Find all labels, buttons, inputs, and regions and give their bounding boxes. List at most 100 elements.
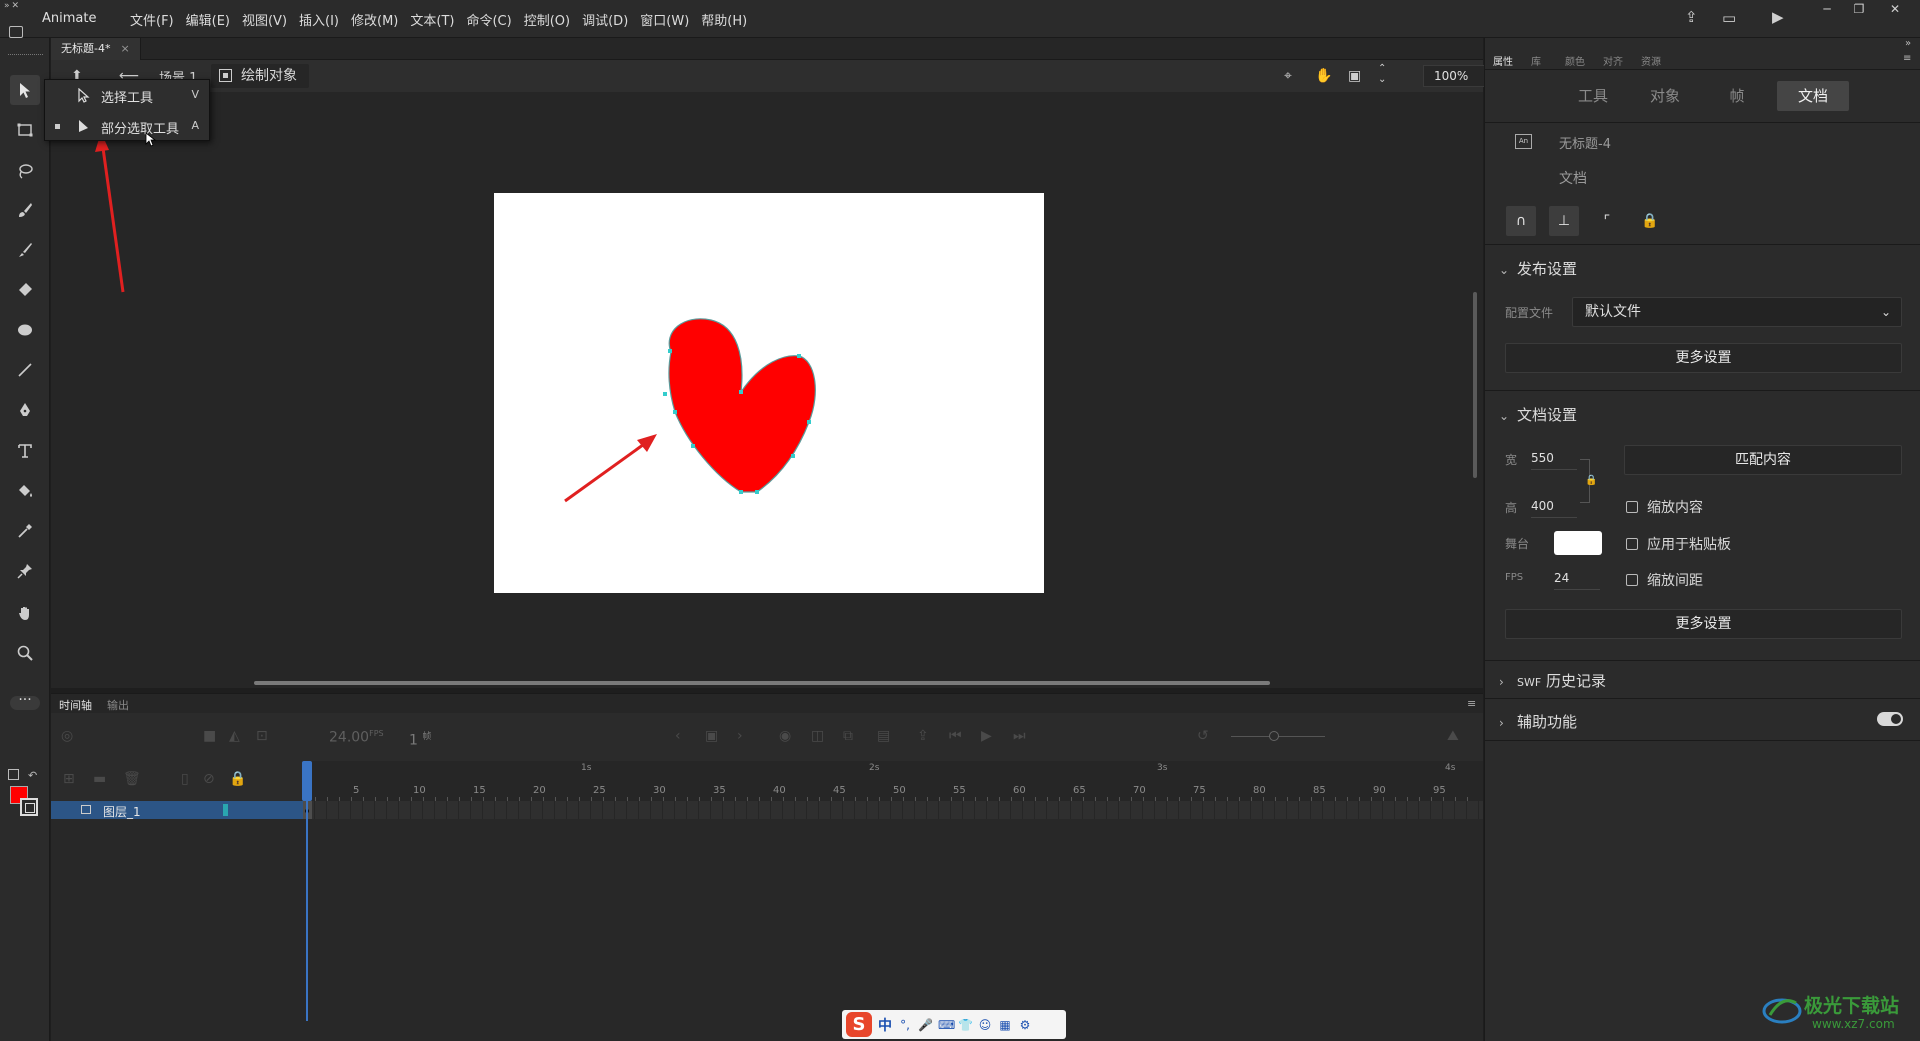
camera-layer-icon[interactable]: ■ <box>203 728 216 744</box>
lock-button[interactable]: 🔒 <box>1635 206 1665 236</box>
tab-library[interactable]: 库 <box>1531 53 1541 68</box>
toolbox-icon[interactable]: ▦ <box>998 1018 1012 1032</box>
stage-color-swatch[interactable] <box>1554 531 1602 555</box>
camera-icon[interactable]: ✋ <box>1315 68 1332 84</box>
layer-row[interactable]: 图层_1 <box>51 801 303 819</box>
attach-icon[interactable]: ⊡ <box>256 728 268 744</box>
workspace-icon[interactable] <box>9 26 23 38</box>
selection-tool-button[interactable] <box>10 75 40 105</box>
free-transform-tool-button[interactable] <box>10 115 40 145</box>
loop-icon[interactable]: ↺ <box>1197 728 1209 744</box>
fps-field[interactable]: 24 <box>1554 571 1600 590</box>
menu-file[interactable]: 文件(F) <box>124 10 180 29</box>
width-field[interactable]: 550 <box>1531 451 1577 470</box>
publish-more-settings-button[interactable]: 更多设置 <box>1505 343 1902 373</box>
close-window-button[interactable]: ✕ <box>1878 0 1912 20</box>
skin-icon[interactable]: 👕 <box>958 1018 973 1032</box>
export-icon[interactable]: ⇪ <box>917 728 929 744</box>
edit-multiple-icon[interactable]: ⧉ <box>843 728 853 744</box>
clip-stage-icon[interactable]: ▣ <box>1348 68 1361 84</box>
delete-layer-icon[interactable]: 🗑 <box>123 771 141 787</box>
rotate-stage-icon[interactable]: ⌃ ⌄ <box>1378 63 1386 85</box>
lasso-tool-button[interactable] <box>10 156 40 186</box>
menu-text[interactable]: 文本(T) <box>404 10 460 29</box>
restore-button[interactable]: ❐ <box>1842 0 1876 20</box>
guides-button[interactable]: ⊥ <box>1549 206 1579 236</box>
stroke-color-swatch[interactable] <box>20 798 38 816</box>
frames-row[interactable] <box>303 801 1483 819</box>
flyout-item-subselection-tool[interactable]: 部分选取工具 A <box>45 111 209 141</box>
toolbar-grip[interactable] <box>8 54 43 56</box>
paint-bucket-tool-button[interactable] <box>10 476 40 506</box>
modify-markers-icon[interactable]: ▤ <box>877 728 890 744</box>
current-frame-display[interactable]: 1 帧 <box>409 729 431 749</box>
go-first-icon[interactable]: ⏮ <box>949 728 962 744</box>
new-layer-icon[interactable]: ⊞ <box>63 771 75 787</box>
document-tab[interactable]: 无标题-4* × <box>51 38 141 60</box>
settings-gear-icon[interactable]: ⚙ <box>1018 1018 1032 1032</box>
vertical-scrollbar[interactable] <box>1473 292 1477 478</box>
tab-properties[interactable]: 属性 <box>1493 53 1513 68</box>
close-tab-icon[interactable]: × <box>120 42 129 55</box>
workspace-layout-icon[interactable]: ▭ <box>1722 9 1736 27</box>
menu-window[interactable]: 窗口(W) <box>634 10 695 29</box>
subtab-frame[interactable]: 帧 <box>1701 81 1773 111</box>
center-stage-icon[interactable]: ⌖ <box>1284 68 1292 84</box>
menu-modify[interactable]: 修改(M) <box>345 10 404 29</box>
menu-commands[interactable]: 命令(C) <box>460 10 517 29</box>
step-forward-icon[interactable]: › <box>737 728 743 744</box>
text-tool-button[interactable] <box>10 436 40 466</box>
tab-align[interactable]: 对齐 <box>1603 53 1623 68</box>
timeline-ruler[interactable]: 5 10 15 20 25 30 35 40 45 50 55 60 65 70 75 80 85 90 95 1s 2… <box>303 761 1483 801</box>
eyedropper-tool-button[interactable] <box>10 516 40 546</box>
document-more-settings-button[interactable]: 更多设置 <box>1505 609 1902 639</box>
sogou-logo-icon[interactable]: S <box>846 1012 872 1037</box>
brush-tool-button[interactable] <box>10 195 40 225</box>
lock-all-icon[interactable]: 🔒 <box>229 771 246 787</box>
go-last-icon[interactable]: ⏭ <box>1013 728 1026 744</box>
default-colors-icon[interactable] <box>8 769 19 780</box>
fps-display[interactable]: 24.00FPS <box>329 729 384 746</box>
collapse-panel-icon[interactable]: » <box>1905 38 1911 49</box>
playhead[interactable] <box>302 761 312 801</box>
scale-spacing-checkbox[interactable] <box>1626 574 1638 586</box>
classic-brush-tool-button[interactable] <box>10 235 40 265</box>
onion-skin-icon[interactable]: ◉ <box>779 728 791 744</box>
tab-color[interactable]: 颜色 <box>1565 53 1585 68</box>
subtab-tool[interactable]: 工具 <box>1557 81 1629 111</box>
punctuation-icon[interactable]: °, <box>898 1018 912 1032</box>
draw-object-toggle[interactable]: 绘制对象 <box>211 64 309 88</box>
rulers-button[interactable]: ⌜ <box>1592 206 1622 236</box>
panel-collapse-icon[interactable]: »✕ <box>4 1 21 11</box>
new-folder-icon[interactable]: ▬ <box>93 771 106 787</box>
swf-history-header[interactable]: › SWF 历史记录 <box>1499 670 1606 691</box>
tab-assets[interactable]: 资源 <box>1641 53 1661 68</box>
layer-color-tag[interactable] <box>223 804 228 816</box>
layer-options-icon[interactable]: ◎ <box>61 728 73 744</box>
height-field[interactable]: 400 <box>1531 499 1577 518</box>
share-icon[interactable]: ⇪ <box>1685 8 1698 26</box>
accessibility-header[interactable]: › 辅助功能 <box>1499 711 1577 732</box>
flyout-item-selection-tool[interactable]: 选择工具 V <box>45 80 209 110</box>
snap-magnet-button[interactable]: ∩ <box>1506 206 1536 236</box>
microphone-icon[interactable]: 🎤 <box>918 1018 933 1032</box>
subtab-object[interactable]: 对象 <box>1629 81 1701 111</box>
horizontal-scrollbar[interactable] <box>254 681 1270 685</box>
apply-pasteboard-checkbox[interactable] <box>1626 538 1638 550</box>
menu-edit[interactable]: 编辑(E) <box>180 10 236 29</box>
pin-tool-button[interactable] <box>10 556 40 586</box>
show-hide-icon[interactable]: ⊘ <box>203 771 215 787</box>
swap-colors-icon[interactable]: ↶ <box>28 769 37 782</box>
play-icon[interactable]: ▶ <box>981 728 992 744</box>
publish-settings-header[interactable]: ⌄ 发布设置 <box>1499 258 1577 279</box>
hand-tool-button[interactable] <box>10 598 40 628</box>
eraser-tool-button[interactable] <box>10 275 40 305</box>
insert-keyframe-icon[interactable]: ▣ <box>705 728 718 744</box>
oval-tool-button[interactable] <box>10 315 40 345</box>
onion-outline-icon[interactable]: ◫ <box>811 728 824 744</box>
tab-timeline[interactable]: 时间轴 <box>59 697 92 713</box>
menu-debug[interactable]: 调试(D) <box>576 10 634 29</box>
subtab-document[interactable]: 文档 <box>1777 81 1849 111</box>
match-content-button[interactable]: 匹配内容 <box>1624 445 1902 475</box>
keyboard-icon[interactable]: ⌨ <box>938 1018 955 1032</box>
